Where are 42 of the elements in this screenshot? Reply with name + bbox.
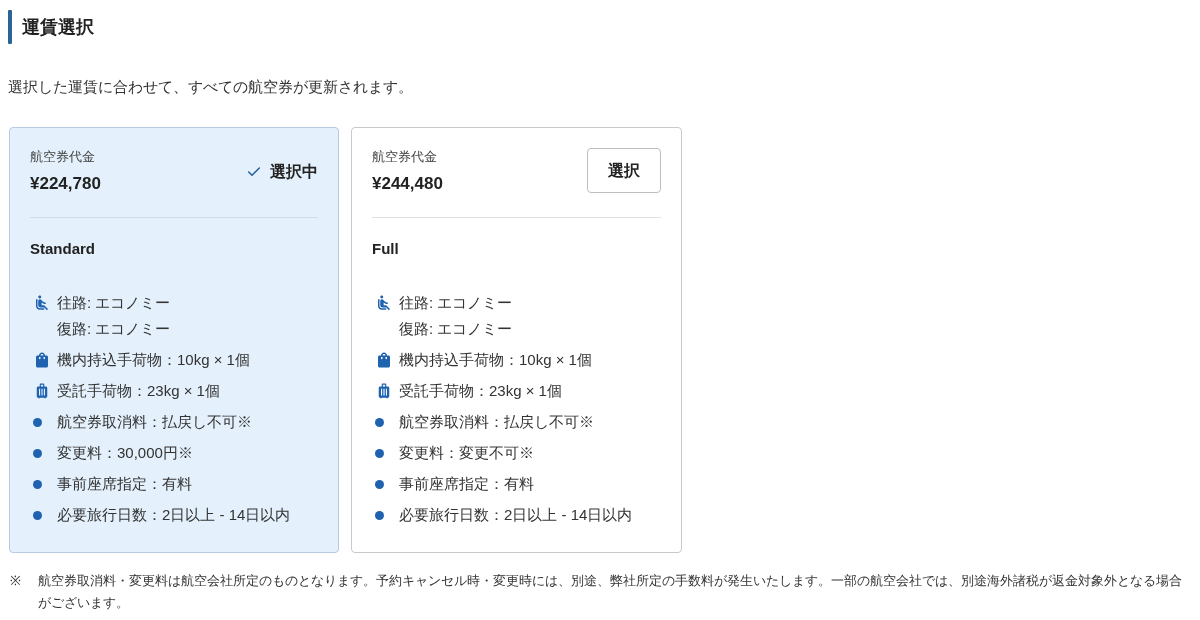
- seated-person-icon: [375, 294, 393, 312]
- bullet-icon: [375, 510, 384, 520]
- price-label: 航空券代金: [30, 148, 96, 166]
- feature-text: 航空券取消料：払戻し不可※: [399, 412, 594, 432]
- bullet-icon: [33, 448, 42, 458]
- bag-icon: [33, 351, 51, 369]
- feature-text: 復路: エコノミー: [399, 319, 513, 339]
- feature-text: 事前座席指定：有料: [57, 474, 192, 494]
- bullet-icon: [375, 448, 384, 458]
- section-description: 選択した運賃に合わせて、すべての航空券が更新されます。: [8, 77, 413, 97]
- bullet-icon: [33, 417, 42, 427]
- feature-text: 事前座席指定：有料: [399, 474, 534, 494]
- fare-name: Full: [372, 239, 399, 259]
- bullet-icon: [375, 417, 384, 427]
- fare-card[interactable]: 航空券代金 ¥224,780 選択中 Standard 往路: エコノミー 復路: エコノミー 機内持込手荷物：10kg × 1個 受託手荷物：23kg × 1個 航空券取消料：払戻し不可※ 変更料：30,000円※ 事前座席指定：有料 必要旅行日数：2日以上 - 14日以内: [9, 127, 339, 553]
- bullet-icon: [375, 479, 384, 489]
- feature-text: 往路: エコノミー: [399, 293, 513, 313]
- feature-text: 必要旅行日数：2日以上 - 14日以内: [57, 505, 291, 525]
- feature-text: 受託手荷物：23kg × 1個: [57, 381, 220, 401]
- bag-icon: [375, 351, 393, 369]
- price-label: 航空券代金: [372, 148, 438, 166]
- bullet-icon: [33, 510, 42, 520]
- price: ¥244,480: [372, 173, 443, 195]
- seated-person-icon: [33, 294, 51, 312]
- fare-card[interactable]: 航空券代金 ¥244,480 選択 Full 往路: エコノミー 復路: エコノミー 機内持込手荷物：10kg × 1個 受託手荷物：23kg × 1個 航空券取消料：払戻し不可※ 変更料：変更不可※ 事前座席指定：有料 必要旅行日数：2日以上 - 14日以内: [351, 127, 682, 553]
- bullet-icon: [33, 479, 42, 489]
- feature-text: 機内持込手荷物：10kg × 1個: [57, 350, 250, 370]
- feature-text: 受託手荷物：23kg × 1個: [399, 381, 562, 401]
- feature-text: 往路: エコノミー: [57, 293, 171, 313]
- feature-text: 必要旅行日数：2日以上 - 14日以内: [399, 505, 633, 525]
- section-title: 運賃選択: [22, 15, 94, 39]
- feature-text: 機内持込手荷物：10kg × 1個: [399, 350, 592, 370]
- price: ¥224,780: [30, 173, 101, 195]
- feature-text: 変更料：30,000円※: [57, 443, 193, 463]
- feature-text: 復路: エコノミー: [57, 319, 171, 339]
- feature-text: 変更料：変更不可※: [399, 443, 534, 463]
- selected-status: 選択中: [270, 162, 318, 182]
- feature-text: 航空券取消料：払戻し不可※: [57, 412, 252, 432]
- fare-name: Standard: [30, 239, 95, 259]
- note-text: 航空券取消料・変更料は航空会社所定のものとなります。予約キャンセル時・変更時には、別途、弊社所定の手数料が発生いたします。一部の航空会社では、別途海外諸税が返金対象外となる場合がございます。: [38, 572, 1183, 612]
- note-mark: ※: [10, 572, 22, 590]
- select-button[interactable]: 選択: [587, 148, 661, 193]
